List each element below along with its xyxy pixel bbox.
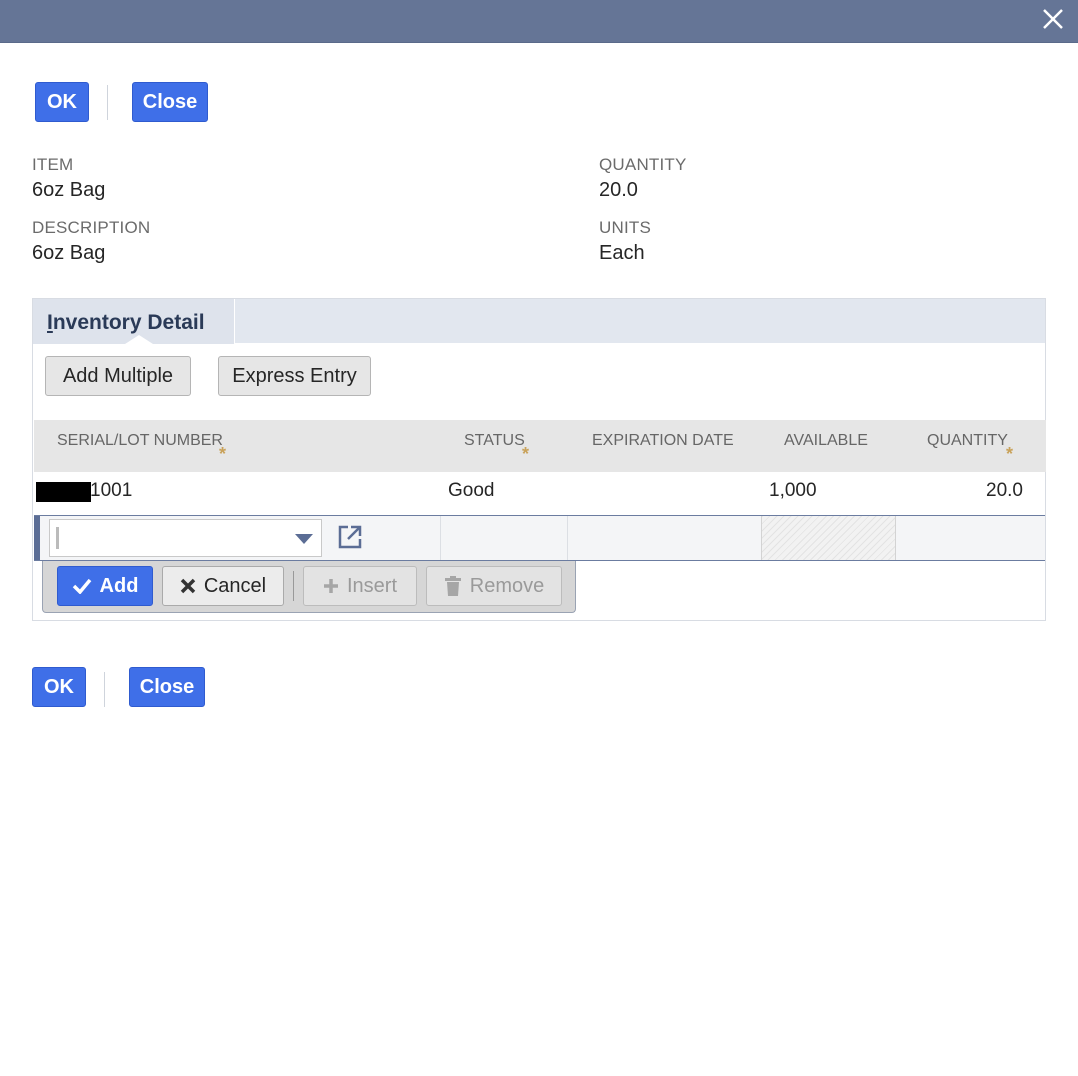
insert-button[interactable]: Insert bbox=[303, 566, 417, 606]
chevron-down-icon[interactable] bbox=[295, 534, 313, 544]
edit-row-marker bbox=[34, 516, 40, 560]
edit-row bbox=[34, 515, 1045, 561]
close-icon[interactable] bbox=[1038, 4, 1068, 34]
cell-divider bbox=[567, 516, 568, 560]
required-icon: * bbox=[219, 444, 227, 464]
close-button-top[interactable]: Close bbox=[132, 82, 208, 122]
tab-pointer bbox=[125, 335, 153, 344]
check-icon bbox=[72, 578, 91, 594]
quantity-cell: 20.0 bbox=[986, 480, 1023, 501]
ok-button-bottom[interactable]: OK bbox=[32, 667, 86, 707]
cancel-label: Cancel bbox=[203, 574, 267, 597]
text-cursor bbox=[56, 527, 59, 549]
cell-divider bbox=[440, 516, 441, 560]
available-cell: 1,000 bbox=[769, 480, 817, 501]
col-serial-lot-number: SERIAL/LOT NUMBER bbox=[57, 432, 223, 449]
remove-button[interactable]: Remove bbox=[426, 566, 562, 606]
remove-label: Remove bbox=[469, 574, 545, 597]
serial-lot-select[interactable] bbox=[49, 519, 322, 557]
button-divider bbox=[107, 85, 108, 120]
serial-lot-cell: 1001 bbox=[90, 480, 133, 501]
inventory-detail-section: Inventory Detail Add Multiple Express En… bbox=[32, 298, 1046, 621]
quantity-value: 20.0 bbox=[599, 179, 638, 201]
col-available: AVAILABLE bbox=[784, 432, 868, 449]
item-value: 6oz Bag bbox=[32, 179, 106, 201]
express-entry-button[interactable]: Express Entry bbox=[218, 356, 371, 396]
col-quantity: QUANTITY bbox=[927, 432, 1008, 449]
description-label: DESCRIPTION bbox=[32, 218, 151, 237]
insert-label: Insert bbox=[346, 574, 398, 597]
col-expiration-date: EXPIRATION DATE bbox=[592, 432, 734, 449]
add-multiple-button[interactable]: Add Multiple bbox=[45, 356, 191, 396]
units-value: Each bbox=[599, 242, 645, 264]
units-label: UNITS bbox=[599, 218, 651, 237]
available-readonly-cell bbox=[761, 516, 896, 560]
quantity-label: QUANTITY bbox=[599, 155, 687, 174]
open-external-icon[interactable] bbox=[337, 524, 363, 550]
plus-icon bbox=[323, 579, 338, 593]
add-label: Add bbox=[99, 574, 139, 597]
close-button-bottom[interactable]: Close bbox=[129, 667, 205, 707]
table-header: SERIAL/LOT NUMBER * STATUS * EXPIRATION … bbox=[34, 420, 1046, 472]
x-icon bbox=[180, 578, 196, 594]
row-action-bar: Add Cancel Insert Remove bbox=[42, 561, 576, 613]
col-status: STATUS bbox=[464, 432, 525, 449]
trash-icon bbox=[444, 576, 461, 596]
dialog-titlebar bbox=[0, 0, 1078, 43]
required-icon: * bbox=[1006, 444, 1014, 464]
ok-button-top[interactable]: OK bbox=[35, 82, 89, 122]
tab-label: nventory Detail bbox=[52, 311, 205, 334]
cancel-button[interactable]: Cancel bbox=[162, 566, 284, 606]
required-icon: * bbox=[522, 444, 530, 464]
description-value: 6oz Bag bbox=[32, 242, 106, 264]
item-label: ITEM bbox=[32, 155, 74, 174]
add-button[interactable]: Add bbox=[57, 566, 153, 606]
redacted-block bbox=[36, 482, 91, 502]
button-divider bbox=[104, 672, 105, 707]
status-cell: Good bbox=[448, 480, 495, 501]
action-divider bbox=[293, 571, 294, 601]
